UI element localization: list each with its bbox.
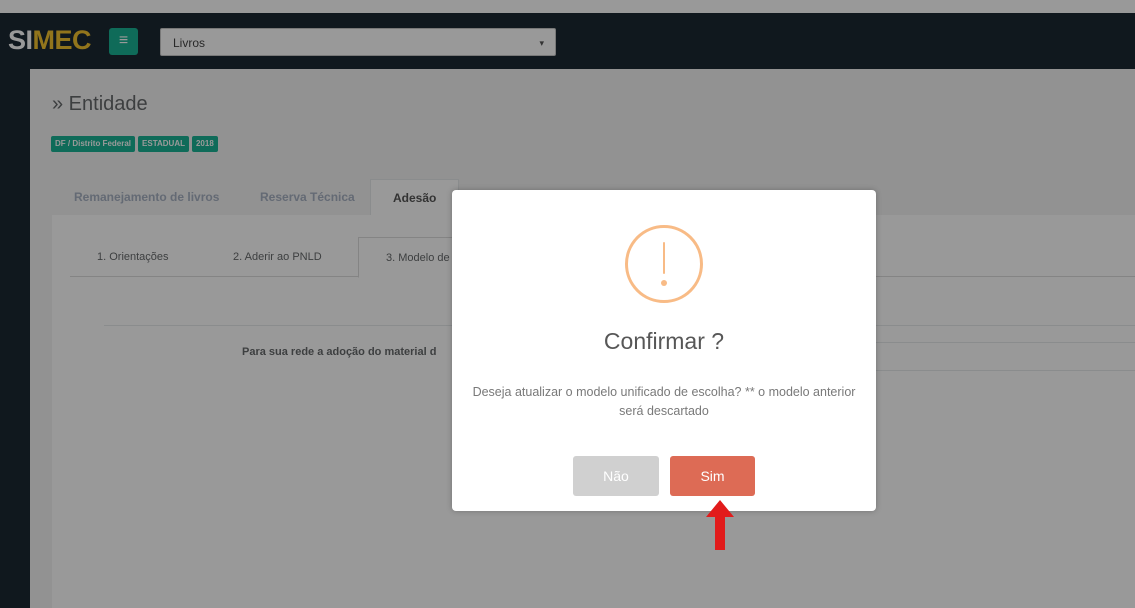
- dialog-title: Confirmar ?: [603, 328, 725, 354]
- warning-icon-bar: [663, 242, 665, 274]
- warning-icon-dot: [661, 280, 667, 286]
- cancel-button[interactable]: Não: [573, 456, 659, 496]
- confirm-button[interactable]: Sim: [670, 456, 755, 496]
- confirm-dialog: Confirmar ? Deseja atualizar o modelo un…: [452, 190, 876, 511]
- red-arrow-up-icon: [706, 500, 734, 550]
- dialog-message: Deseja atualizar o modelo unificado de e…: [472, 385, 856, 418]
- warning-icon: [625, 225, 703, 303]
